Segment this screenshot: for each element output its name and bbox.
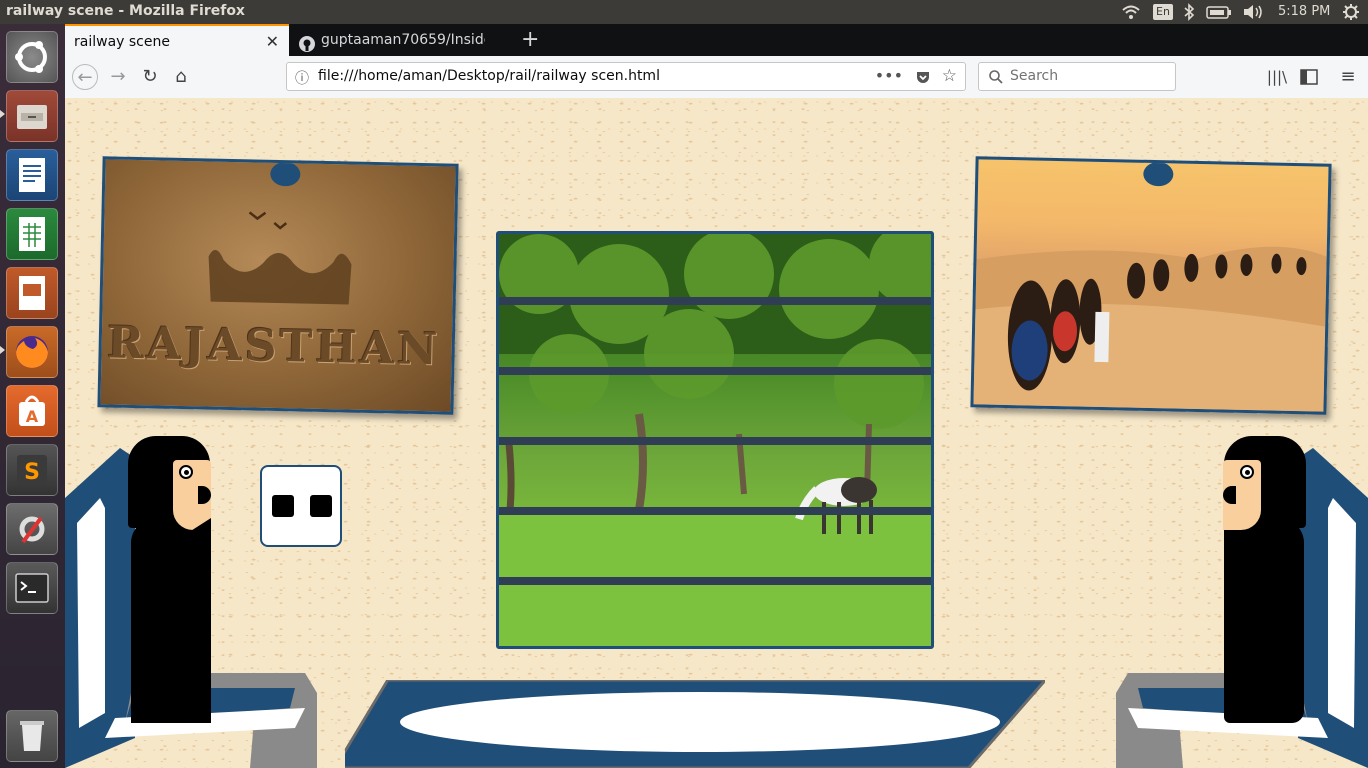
keyboard-layout-indicator[interactable]: En xyxy=(1153,4,1173,20)
svg-text:S: S xyxy=(24,460,40,485)
train-window xyxy=(496,231,934,649)
launcher-running-indicator xyxy=(0,346,5,354)
ubuntu-dash-icon[interactable] xyxy=(6,31,58,83)
tab-bar: railway scene ✕ guptaaman70659/Inside + xyxy=(65,24,1368,56)
left-passenger-eye xyxy=(179,465,193,479)
reload-button[interactable]: ↻ xyxy=(137,64,163,90)
software-center-icon[interactable]: A xyxy=(6,385,58,437)
tab-label: guptaaman70659/Inside xyxy=(321,32,485,48)
window-bar xyxy=(499,507,931,515)
top-panel: railway scene - Mozilla Firefox En 5:18 … xyxy=(0,0,1368,24)
window-bar xyxy=(499,367,931,375)
window-title: railway scene - Mozilla Firefox xyxy=(6,3,245,19)
tab-railway-scene[interactable]: railway scene ✕ xyxy=(65,24,289,56)
github-icon xyxy=(299,32,315,52)
rajasthan-poster: RAJASTHAN xyxy=(97,156,459,415)
window-bar xyxy=(499,577,931,585)
desert-caravan-image xyxy=(973,246,1327,412)
pocket-icon[interactable] xyxy=(915,69,931,85)
launcher-running-indicator xyxy=(0,110,5,118)
forward-button[interactable]: → xyxy=(105,64,131,90)
menu-icon[interactable]: ≡ xyxy=(1335,64,1361,90)
bluetooth-icon[interactable] xyxy=(1183,3,1195,21)
clock[interactable]: 5:18 PM xyxy=(1278,3,1330,21)
svg-text:A: A xyxy=(26,407,39,426)
right-passenger-body xyxy=(1224,518,1304,723)
sidebar-icon[interactable] xyxy=(1296,64,1322,90)
wifi-icon[interactable] xyxy=(1121,3,1141,21)
search-placeholder: Search xyxy=(1010,68,1059,84)
url-bar[interactable]: ⓘ file:///home/aman/Desktop/rail/railway… xyxy=(286,62,966,91)
sublime-text-icon[interactable]: S xyxy=(6,444,58,496)
search-icon xyxy=(988,69,1004,85)
page-actions-icon[interactable]: ••• xyxy=(875,66,903,85)
tab-github[interactable]: guptaaman70659/Inside xyxy=(289,24,513,56)
camel-caravan-poster xyxy=(970,156,1332,415)
system-settings-icon[interactable] xyxy=(6,503,58,555)
window-bar xyxy=(499,297,931,305)
writer-icon[interactable] xyxy=(6,149,58,201)
page-content: RAJASTHAN xyxy=(65,98,1368,768)
volume-icon[interactable] xyxy=(1242,3,1264,21)
new-tab-button[interactable]: + xyxy=(521,24,539,56)
search-bar[interactable]: Search xyxy=(978,62,1176,91)
right-passenger-mouth xyxy=(1223,486,1236,504)
back-button[interactable]: ← xyxy=(72,64,98,90)
url-text[interactable]: file:///home/aman/Desktop/rail/railway s… xyxy=(318,68,660,84)
navigation-bar: ← → ↻ ⌂ ⓘ file:///home/aman/Desktop/rail… xyxy=(65,56,1368,99)
info-icon[interactable]: ⓘ xyxy=(295,68,309,88)
calc-icon[interactable] xyxy=(6,208,58,260)
bookmark-star-icon[interactable]: ☆ xyxy=(942,66,957,86)
right-passenger-eye xyxy=(1240,465,1254,479)
library-icon[interactable]: |||\ xyxy=(1264,64,1290,90)
close-tab-icon[interactable]: ✕ xyxy=(266,26,279,58)
trash-icon[interactable] xyxy=(6,710,58,762)
impress-icon[interactable] xyxy=(6,267,58,319)
table xyxy=(345,680,1045,768)
poster-title: RAJASTHAN xyxy=(106,317,441,376)
home-button[interactable]: ⌂ xyxy=(168,64,194,90)
battery-icon[interactable] xyxy=(1206,3,1232,21)
files-icon[interactable] xyxy=(6,90,58,142)
launcher: A S xyxy=(0,24,65,768)
tab-label: railway scene xyxy=(74,34,170,50)
system-menu-gear-icon[interactable] xyxy=(1342,3,1360,21)
window-bar xyxy=(499,437,931,445)
firefox-icon[interactable] xyxy=(6,326,58,378)
terminal-icon[interactable] xyxy=(6,562,58,614)
